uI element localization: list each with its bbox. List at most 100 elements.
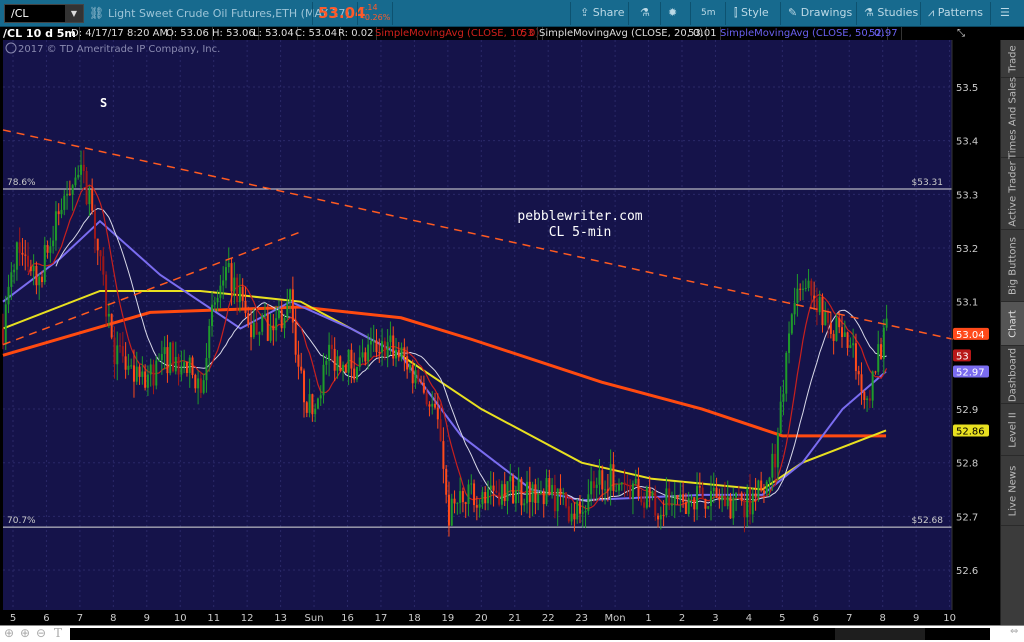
time-tick-label: 5	[779, 613, 785, 624]
candle-body	[21, 252, 24, 255]
drawings-button[interactable]: ✎ Drawings	[788, 6, 852, 19]
last-price: 53.04	[318, 4, 366, 22]
time-tick-label: 5	[10, 613, 16, 624]
tab-label: Times And Sales	[1007, 76, 1019, 159]
tab-label: Live News	[1007, 465, 1019, 516]
candle-body	[732, 497, 735, 519]
candle-body	[408, 364, 411, 370]
candle-body	[762, 490, 765, 494]
share-button[interactable]: ⇪ Share	[580, 6, 624, 19]
candle-body	[570, 513, 573, 522]
candle-body	[857, 371, 860, 375]
candle-body	[13, 269, 16, 273]
style-button[interactable]: ⫿ Style	[734, 6, 769, 20]
candle-body	[422, 382, 425, 393]
price-tick-label: 53.3	[956, 190, 978, 201]
candle-body	[436, 407, 439, 420]
candle-body	[241, 286, 244, 301]
gear-icon[interactable]: ✹	[668, 6, 677, 19]
crosshair-icon[interactable]: ⊕	[4, 626, 14, 640]
candle-body	[54, 211, 57, 241]
candle-body	[146, 374, 149, 388]
chart-scrollbar[interactable]	[70, 628, 990, 640]
candle-body	[305, 402, 308, 413]
zoom-out-icon[interactable]: ⊖	[36, 626, 46, 640]
candle-body	[333, 348, 336, 371]
candle-body	[124, 356, 127, 370]
candle-body	[191, 357, 194, 375]
scrollbar-thumb[interactable]	[835, 628, 925, 640]
candle-body	[648, 486, 651, 497]
candle-body	[91, 189, 94, 211]
chevron-down-icon[interactable]: ▼	[65, 5, 83, 22]
candle-body	[512, 476, 515, 504]
candle-body	[782, 393, 785, 402]
pattern-icon: ⩘	[928, 6, 935, 19]
candle-body	[66, 193, 69, 196]
flask-icon[interactable]: ⚗	[640, 6, 650, 19]
symbol-input[interactable]: /CL ▼	[4, 4, 84, 23]
fib-upper-price: $53.31	[912, 178, 944, 188]
candle-body	[877, 344, 880, 372]
menu-icon[interactable]: ☰	[1000, 6, 1010, 19]
candle-body	[1, 328, 4, 345]
text-tool-icon[interactable]: T	[54, 626, 62, 640]
expand-icon[interactable]: ⇔	[1010, 626, 1018, 637]
price-chart[interactable]: 53.5 53.4 53.3 53.2 53.1 52.9 52.8 52.7 52.6 5 6 7…	[0, 40, 1000, 625]
candle-body	[645, 486, 648, 508]
candle-body	[598, 470, 601, 485]
candle-body	[4, 304, 7, 345]
patterns-button[interactable]: ⩘ Patterns	[928, 6, 983, 20]
tab-times-and-sales[interactable]: Times And Sales	[1001, 76, 1024, 159]
candle-body	[247, 313, 250, 325]
candle-body	[294, 322, 297, 355]
candle-body	[71, 185, 74, 195]
interval-button[interactable]: 5m	[701, 8, 716, 18]
candle-body	[757, 480, 760, 498]
candle-body	[289, 289, 292, 302]
tab-live-news[interactable]: Live News	[1001, 456, 1024, 526]
tab-dashboard[interactable]: Dashboard	[1001, 346, 1024, 404]
candle-body	[417, 370, 420, 382]
candle-body	[15, 242, 18, 270]
time-tick-label: 20	[475, 613, 488, 624]
candle-body	[213, 302, 216, 305]
candle-body	[634, 478, 637, 484]
symbol-value: /CL	[11, 7, 29, 20]
candle-body	[545, 478, 548, 505]
candle-body	[827, 311, 830, 323]
price-tag-label: 53	[956, 351, 969, 362]
tab-level-ii[interactable]: Level II	[1001, 404, 1024, 456]
s-annotation: S	[100, 96, 107, 110]
candle-body	[280, 309, 283, 329]
link-icon[interactable]: ⛓	[89, 6, 104, 20]
candle-body	[350, 349, 353, 369]
candle-body	[584, 510, 587, 513]
candle-body	[113, 337, 116, 365]
candle-body	[177, 356, 180, 375]
tab-trade[interactable]: Trade	[1001, 40, 1024, 78]
candle-body	[838, 318, 841, 328]
candle-body	[799, 288, 802, 290]
candle-body	[132, 365, 135, 382]
candle-body	[768, 477, 771, 482]
candle-body	[163, 347, 166, 355]
zoom-in-icon[interactable]: ⊕	[20, 626, 30, 640]
candle-body	[361, 352, 364, 358]
price-tick-label: 53.5	[956, 83, 978, 94]
candle-body	[774, 453, 777, 468]
collapse-icon[interactable]: ⤡	[954, 27, 968, 40]
tab-big-buttons[interactable]: Big Buttons	[1001, 230, 1024, 302]
candle-body	[250, 324, 253, 338]
candle-body	[880, 344, 883, 359]
tab-chart[interactable]: Chart	[1001, 302, 1024, 346]
candle-body	[105, 274, 108, 317]
candle-body	[854, 343, 857, 372]
studies-button[interactable]: ⚗ Studies	[864, 6, 918, 19]
candle-body	[344, 364, 347, 373]
candle-body	[52, 240, 55, 247]
candle-body	[202, 380, 205, 393]
candle-body	[185, 362, 188, 373]
tab-active-trader[interactable]: Active Trader	[1001, 158, 1024, 230]
time-tick-label: Mon	[605, 613, 626, 624]
